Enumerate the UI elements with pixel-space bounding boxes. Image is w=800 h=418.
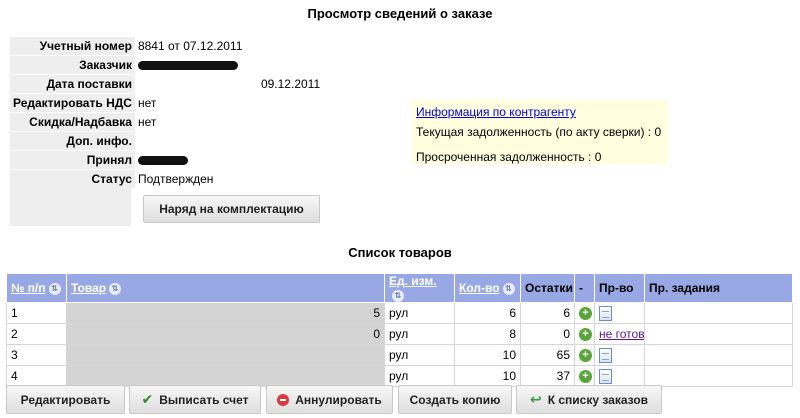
col-unit[interactable]: Ед. изм.⇅ [384, 273, 455, 303]
quantity-cell: 6 [454, 302, 521, 324]
field-label: Принял [10, 151, 135, 169]
create-copy-label: Создать копию [409, 392, 501, 407]
unit-cell: рул [384, 344, 455, 366]
field-label: Статус [10, 170, 135, 188]
field-label: Доп. инфо. [10, 132, 135, 150]
col-dash: - [574, 273, 595, 303]
production-task-cell [644, 323, 793, 345]
plus-circle-icon[interactable]: + [579, 349, 592, 363]
stock-cell: 37 [520, 365, 575, 387]
field-label: Учетный номер [10, 37, 135, 55]
unit-cell: рул [384, 302, 455, 324]
plus-circle-icon[interactable]: + [579, 307, 592, 321]
table-row: 2 0 рул 8 0 + не готов [6, 323, 793, 345]
goods-table: № п/п ⇅ Товар ⇅ Ед. изм.⇅ Кол-во ⇅ Остатки … [6, 273, 793, 387]
col-product[interactable]: Товар ⇅ [66, 273, 385, 303]
quantity-cell: 8 [454, 323, 521, 345]
row-number: 2 [6, 323, 67, 345]
sort-arrows-icon[interactable]: ⇅ [48, 282, 61, 295]
field-label: Редактировать НДС [10, 94, 135, 112]
row-number: 4 [6, 365, 67, 387]
document-icon[interactable] [599, 347, 612, 363]
create-copy-button[interactable]: Создать копию [398, 385, 512, 414]
contractor-info-box: Информация по контрагенту Текущая задолж… [412, 100, 668, 164]
sort-arrows-icon[interactable]: ⇅ [502, 282, 515, 295]
stock-cell: 6 [520, 302, 575, 324]
product-cell [66, 365, 385, 387]
edit-button[interactable]: Редактировать [6, 385, 125, 414]
col-quantity[interactable]: Кол-во ⇅ [454, 273, 521, 303]
production-status-link[interactable]: не готов [594, 323, 645, 345]
col-production-task: Пр. задания [644, 273, 793, 303]
cancel-button-label: Аннулировать [295, 392, 382, 407]
table-row: 1 5 рул 6 6 + [6, 302, 793, 324]
field-delivery-date: Дата поставки 09.12.2011 [10, 75, 535, 93]
goods-list-title: Список товаров [348, 245, 452, 260]
field-account-number: Учетный номер 8841 от 07.12.2011 [10, 37, 535, 55]
col-number[interactable]: № п/п ⇅ [6, 273, 67, 303]
edit-button-label: Редактировать [20, 392, 111, 407]
redacted-customer [137, 61, 238, 71]
stock-cell: 0 [520, 323, 575, 345]
current-debt: Текущая задолженность (по акту сверки) :… [416, 125, 662, 139]
field-value: 09.12.2011 [260, 77, 321, 91]
field-label: Заказчик [10, 56, 135, 74]
table-header: № п/п ⇅ Товар ⇅ Ед. изм.⇅ Кол-во ⇅ Остатки … [6, 273, 793, 303]
back-to-orders-button[interactable]: ↩ К списку заказов [516, 385, 662, 414]
contractor-info-link[interactable]: Информация по контрагенту [416, 105, 664, 123]
stock-cell: 65 [520, 344, 575, 366]
field-value: 8841 от 07.12.2011 [137, 39, 243, 53]
field-label: Скидка/Надбавка [10, 113, 135, 131]
table-row: 3 рул 10 65 + [6, 344, 793, 366]
plus-circle-icon[interactable]: + [579, 328, 592, 342]
production-task-cell [644, 344, 793, 366]
quantity-cell: 10 [454, 344, 521, 366]
field-customer: Заказчик [10, 56, 535, 74]
field-label: Дата поставки [10, 75, 135, 93]
unit-cell: рул [384, 323, 455, 345]
check-icon: ✔ [141, 391, 154, 407]
overdue-debt: Просроченная задолженность : 0 [416, 150, 602, 164]
product-cell: 5 [66, 302, 385, 324]
assembly-order-button[interactable]: Наряд на комплектацию [143, 195, 320, 223]
redacted-accepted-by [137, 156, 188, 166]
label-column-filler [10, 188, 131, 226]
production-task-cell [644, 302, 793, 324]
col-stock: Остатки [520, 273, 575, 303]
invoice-button-label: Выписать счет [159, 392, 249, 407]
product-cell [66, 344, 385, 366]
document-icon[interactable] [599, 305, 612, 321]
page-title: Просмотр сведений о заказе [307, 6, 493, 21]
unit-cell: рул [384, 365, 455, 387]
plus-circle-icon[interactable]: + [579, 370, 592, 384]
sort-arrows-icon[interactable]: ⇅ [109, 282, 122, 295]
invoice-button[interactable]: ✔ Выписать счет [129, 385, 261, 414]
cancel-order-button[interactable]: Аннулировать [266, 385, 393, 414]
production-task-cell [644, 365, 793, 387]
back-arrow-icon: ↩ [529, 391, 542, 407]
quantity-cell: 10 [454, 365, 521, 387]
sort-arrows-icon[interactable]: ⇅ [392, 289, 404, 302]
product-cell: 0 [66, 323, 385, 345]
row-number: 1 [6, 302, 67, 324]
cancel-icon [277, 393, 290, 406]
table-row: 4 рул 10 37 + [6, 365, 793, 387]
document-icon[interactable] [599, 368, 612, 384]
col-production: Пр-во [594, 273, 645, 303]
row-number: 3 [6, 344, 67, 366]
back-to-orders-label: К списку заказов [547, 392, 649, 407]
